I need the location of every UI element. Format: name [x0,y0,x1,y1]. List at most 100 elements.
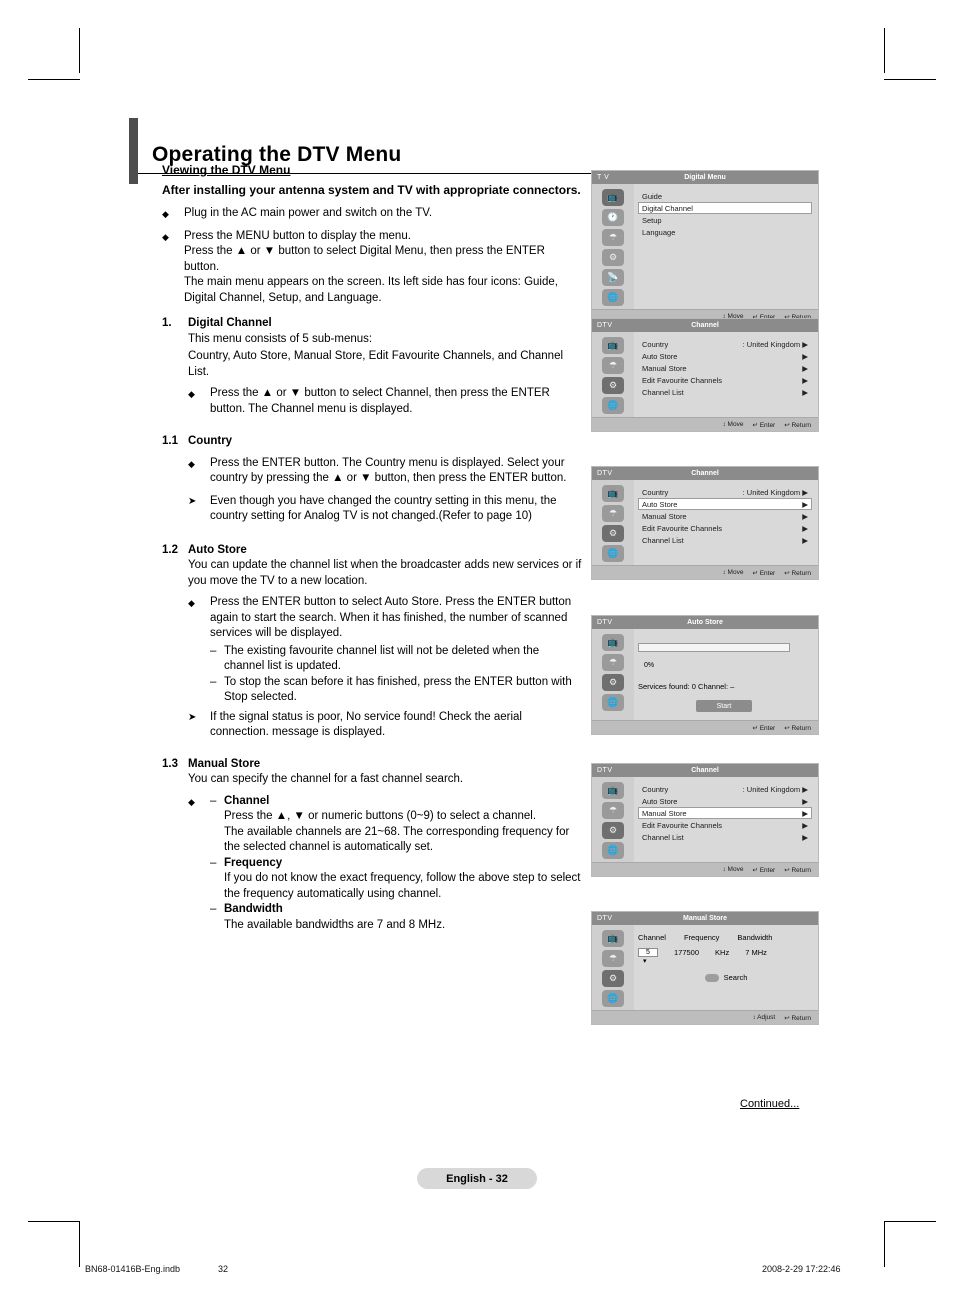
osd-menu-item-setup[interactable]: Setup [638,214,812,226]
antenna-icon[interactable]: 📡 [602,269,624,286]
bullet-text-line2: Press the ▲ or ▼ button to select Digita… [184,245,545,273]
osd-menu-item-auto-store[interactable]: Auto Store ▶ [638,350,812,362]
osd-menu-item-edit-favourite[interactable]: Edit Favourite Channels ▶ [638,819,812,831]
osd-menu-item-edit-favourite[interactable]: Edit Favourite Channels ▶ [638,522,812,534]
osd-menu-value: ▶ [802,363,808,373]
language-icon[interactable]: 🌐 [602,990,624,1007]
section-auto-store: 1.2 Auto Store You can update the channe… [162,543,582,745]
osd-title: Channel [691,322,719,329]
osd-menu-value: : United Kingdom ▶ [742,487,808,497]
osd-header: DTV Channel [592,467,818,480]
guide-icon[interactable]: 📺 [602,930,624,947]
osd-title: Channel [691,470,719,477]
osd-menu-item-manual-store[interactable]: Manual Store ▶ [638,362,812,374]
osd-header: DTV Channel [592,319,818,332]
bullet-item: ◆ – Channel Press the ▲, ▼ or numeric bu… [188,794,582,934]
osd-footer-move: ↕ Move [722,866,744,873]
osd-menu-label: Country [642,487,669,497]
osd-footer-return: ↩ Return [784,1014,811,1022]
osd-footer-move: ↕ Move [722,569,744,576]
osd-menu-value: ▶ [802,796,808,806]
osd-menu-label: Country [642,339,669,349]
note-item: ➤ If the signal status is poor, No servi… [188,710,582,741]
osd-footer-adjust: ↕ Adjust [752,1014,776,1021]
dash-item: – To stop the scan before it has finishe… [210,675,582,706]
crop-mark [884,28,885,73]
osd-title: Digital Menu [684,174,726,181]
footer-file-name: BN68-01416B-Eng.indb [85,1264,181,1274]
osd-menu-item-channel-list[interactable]: Channel List ▶ [638,534,812,546]
osd-footer-return: ↩ Return [784,724,811,732]
guide-icon[interactable]: 📺 [602,485,624,502]
section-number: 1.2 [162,543,178,556]
osd-menu-item-country[interactable]: Country : United Kingdom ▶ [638,783,812,795]
osd-menu-item-channel-list[interactable]: Channel List ▶ [638,831,812,843]
satellite-icon[interactable]: ☂ [602,357,624,374]
osd-header: T V Digital Menu [592,171,818,184]
osd-menu-item-country[interactable]: Country : United Kingdom ▶ [638,338,812,350]
language-icon[interactable]: 🌐 [602,694,624,711]
satellite-icon[interactable]: ☂ [602,229,624,246]
satellite-icon[interactable]: ☂ [602,802,624,819]
osd-icon-column: 📺 ☂ ⚙ 🌐 [592,925,634,1010]
guide-icon[interactable]: 📺 [602,782,624,799]
language-icon[interactable]: 🌐 [602,397,624,414]
osd-menu-label: Edit Favourite Channels [642,523,723,533]
clock-icon[interactable]: 🕐 [602,209,624,226]
footer-page-number: 32 [218,1264,229,1274]
search-row[interactable]: Search [634,967,818,986]
language-icon[interactable]: 🌐 [602,545,624,562]
osd-menu-item-edit-favourite[interactable]: Edit Favourite Channels ▶ [638,374,812,386]
osd-menu-label: Language [642,227,676,237]
dash-icon: – [210,794,217,807]
osd-menu-label: Guide [642,191,663,201]
osd-icon-column: 📺 ☂ ⚙ 🌐 [592,629,634,720]
setup-icon[interactable]: ⚙ [602,525,624,542]
guide-icon[interactable]: 📺 [602,337,624,354]
osd-menu-item-manual-store[interactable]: Manual Store ▶ [638,510,812,522]
section-title: Country [188,435,233,447]
note-arrow-icon: ➤ [188,495,197,507]
osd-footer-enter: ↵ Enter [752,421,776,429]
osd-menu-item-manual-store[interactable]: Manual Store ▶ [638,807,812,819]
setup-icon[interactable]: ⚙ [602,822,624,839]
bullet-text-line3: The main menu appears on the screen. Its… [184,276,558,304]
osd-menu-label: Digital Channel [642,203,693,213]
osd-menu-item-language[interactable]: Language [638,226,812,238]
section-title: Digital Channel [188,317,272,329]
osd-menu-item-guide[interactable]: Guide [638,190,812,202]
section-title: Manual Store [188,757,261,770]
guide-icon[interactable]: 📺 [602,634,624,651]
osd-footer-move: ↕ Move [722,421,744,428]
start-button[interactable]: Start [696,700,752,712]
satellite-icon[interactable]: ☂ [602,505,624,522]
osd-menu-label: Manual Store [642,363,687,373]
crop-mark [79,28,80,73]
setup-icon[interactable]: ⚙ [602,970,624,987]
osd-channel-auto-store-selected: DTV Channel 📺 ☂ ⚙ 🌐 Country : United Kin… [591,466,819,580]
channel-value-field[interactable]: 5 [638,948,658,957]
osd-menu-item-country[interactable]: Country : United Kingdom ▶ [638,486,812,498]
language-icon[interactable]: 🌐 [602,842,624,859]
setup-icon[interactable]: ⚙ [602,249,624,266]
osd-auto-store: DTV Auto Store 📺 ☂ ⚙ 🌐 0% Services found… [591,615,819,735]
satellite-icon[interactable]: ☂ [602,950,624,967]
osd-menu-label: Auto Store [642,796,678,806]
setup-icon[interactable]: ⚙ [602,674,624,691]
osd-footer-enter: ↵ Enter [752,569,776,577]
search-indicator-icon [704,973,719,982]
dash-icon: – [210,856,217,869]
osd-menu-item-digital-channel[interactable]: Digital Channel [638,202,812,214]
section-manual-store: 1.3 Manual Store You can specify the cha… [162,757,582,934]
manual-page: Operating the DTV Menu Viewing the DTV M… [0,0,954,1294]
bullet-item: ◆ Press the ▲ or ▼ button to select Chan… [188,386,582,417]
guide-icon[interactable]: 📺 [602,189,624,206]
satellite-icon[interactable]: ☂ [602,654,624,671]
osd-menu-item-channel-list[interactable]: Channel List ▶ [638,386,812,398]
language-icon[interactable]: 🌐 [602,289,624,306]
osd-menu-item-auto-store[interactable]: Auto Store ▶ [638,498,812,510]
osd-menu-item-auto-store[interactable]: Auto Store ▶ [638,795,812,807]
section-number: 1.1 [162,435,178,447]
osd-menu-value: : United Kingdom ▶ [742,784,808,794]
setup-icon[interactable]: ⚙ [602,377,624,394]
